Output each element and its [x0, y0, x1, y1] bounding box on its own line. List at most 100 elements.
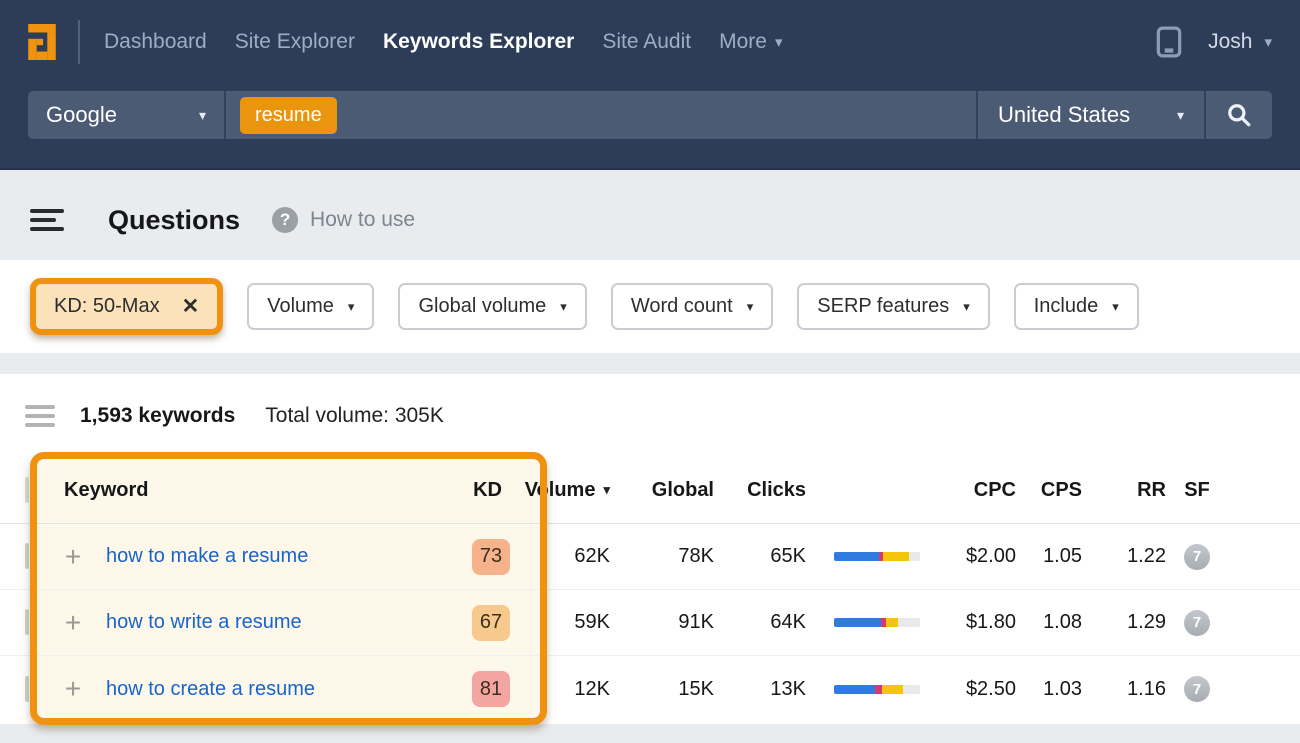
- row-checkbox[interactable]: [25, 676, 29, 702]
- rr-value: 1.29: [1082, 611, 1166, 634]
- country-value: United States: [998, 102, 1130, 128]
- cps-value: 1.08: [1016, 611, 1082, 634]
- search-button[interactable]: [1204, 91, 1272, 139]
- nav-item-site-explorer[interactable]: Site Explorer: [235, 30, 355, 54]
- search-row: Google ▾ resume United States ▾: [0, 84, 1300, 170]
- volume-value: 59K: [516, 611, 610, 634]
- add-to-list-icon[interactable]: +: [56, 543, 90, 571]
- clicks-distribution-bar: [834, 685, 920, 694]
- filter-include-button[interactable]: Include ▾: [1014, 283, 1139, 330]
- keyword-tag[interactable]: resume: [240, 97, 337, 134]
- global-volume-value: 15K: [610, 678, 714, 701]
- kd-badge: 67: [472, 605, 510, 641]
- filter-volume-label: Volume: [267, 295, 334, 318]
- keyword-link[interactable]: how to make a resume: [90, 545, 458, 568]
- rr-value: 1.16: [1082, 678, 1166, 701]
- column-header-cpc[interactable]: CPC: [934, 479, 1016, 502]
- filter-word-count-button[interactable]: Word count ▾: [611, 283, 773, 330]
- nav-item-more-label: More: [719, 30, 767, 54]
- kd-filter-chip[interactable]: KD: 50-Max ✕: [30, 278, 223, 335]
- cpc-value: $2.50: [934, 678, 1016, 701]
- nav-item-dashboard[interactable]: Dashboard: [104, 30, 207, 54]
- cps-value: 1.03: [1016, 678, 1082, 701]
- filter-serp-features-button[interactable]: SERP features ▾: [797, 283, 989, 330]
- search-icon: [1226, 102, 1252, 128]
- filter-global-volume-label: Global volume: [418, 295, 546, 318]
- section-head: Questions ? How to use: [0, 170, 1300, 242]
- global-volume-value: 91K: [610, 611, 714, 634]
- table-row: + how to write a resume 67 59K 91K 64K $…: [0, 590, 1300, 656]
- chevron-down-icon: ▾: [1112, 299, 1119, 315]
- global-volume-value: 78K: [610, 545, 714, 568]
- column-header-kd[interactable]: KD: [458, 479, 516, 502]
- keyword-link[interactable]: how to create a resume: [90, 678, 458, 701]
- top-navigation: Dashboard Site Explorer Keywords Explore…: [0, 0, 1300, 84]
- row-checkbox[interactable]: [25, 543, 29, 569]
- serp-features-badge[interactable]: 7: [1184, 544, 1210, 570]
- topnav-right: Josh ▾: [1156, 26, 1272, 58]
- keywords-table-card: 1,593 keywords Total volume: 305K Keywor…: [0, 374, 1300, 724]
- clicks-distribution-bar: [834, 618, 920, 627]
- close-icon[interactable]: ✕: [182, 294, 200, 319]
- column-header-keyword[interactable]: Keyword: [56, 479, 458, 502]
- filter-include-label: Include: [1034, 295, 1099, 318]
- filter-global-volume-button[interactable]: Global volume ▾: [398, 283, 586, 330]
- column-header-clicks[interactable]: Clicks: [714, 479, 806, 502]
- filter-serp-features-label: SERP features: [817, 295, 949, 318]
- table-menu-icon[interactable]: [25, 405, 55, 427]
- add-to-list-icon[interactable]: +: [56, 609, 90, 637]
- kd-badge: 73: [472, 539, 510, 575]
- chevron-down-icon: ▾: [348, 299, 355, 315]
- ahrefs-logo-icon: [28, 24, 56, 60]
- chevron-down-icon: ▾: [1264, 33, 1272, 51]
- filter-volume-button[interactable]: Volume ▾: [247, 283, 374, 330]
- search-engine-select[interactable]: Google ▾: [28, 91, 226, 139]
- report-menu-icon[interactable]: [30, 209, 64, 231]
- column-header-cps[interactable]: CPS: [1016, 479, 1082, 502]
- column-header-rr[interactable]: RR: [1082, 479, 1166, 502]
- main-nav: Dashboard Site Explorer Keywords Explore…: [104, 30, 782, 54]
- total-volume: Total volume: 305K: [265, 404, 444, 428]
- kd-badge: 81: [472, 671, 510, 707]
- chevron-down-icon: ▾: [199, 107, 206, 124]
- column-header-volume[interactable]: Volume ▾: [516, 479, 610, 502]
- nav-item-keywords-explorer[interactable]: Keywords Explorer: [383, 30, 574, 54]
- clicks-distribution-bar: [834, 552, 920, 561]
- search-engine-value: Google: [46, 102, 117, 128]
- nav-item-site-audit[interactable]: Site Audit: [602, 30, 691, 54]
- clicks-value: 13K: [714, 678, 806, 701]
- country-select[interactable]: United States ▾: [976, 91, 1204, 139]
- row-checkbox[interactable]: [25, 609, 29, 635]
- keywords-explorer-screen: Dashboard Site Explorer Keywords Explore…: [0, 0, 1300, 743]
- clicks-value: 65K: [714, 545, 806, 568]
- ahrefs-logo[interactable]: [28, 24, 56, 60]
- volume-value: 62K: [516, 545, 610, 568]
- column-header-sf[interactable]: SF: [1166, 479, 1228, 502]
- filter-word-count-label: Word count: [631, 295, 733, 318]
- keyword-link[interactable]: how to write a resume: [90, 611, 458, 634]
- keyword-search-bar: Google ▾ resume United States ▾: [28, 91, 1272, 139]
- serp-features-badge[interactable]: 7: [1184, 676, 1210, 702]
- chevron-down-icon: ▾: [963, 299, 970, 315]
- nav-item-more[interactable]: More ▾: [719, 30, 782, 54]
- keyword-query-input[interactable]: resume: [226, 91, 976, 139]
- column-header-volume-label: Volume: [525, 479, 596, 502]
- device-icon[interactable]: [1156, 26, 1182, 58]
- column-header-global[interactable]: Global: [610, 479, 714, 502]
- filter-bar: KD: 50-Max ✕ Volume ▾ Global volume ▾ Wo…: [0, 260, 1300, 353]
- keyword-count: 1,593 keywords: [80, 404, 235, 428]
- table-header-row: Keyword KD Volume ▾ Global Clicks CPC CP…: [0, 457, 1300, 524]
- select-all-checkbox[interactable]: [25, 477, 29, 503]
- add-to-list-icon[interactable]: +: [56, 675, 90, 703]
- clicks-value: 64K: [714, 611, 806, 634]
- how-to-use-link[interactable]: ? How to use: [272, 207, 415, 233]
- user-menu[interactable]: Josh ▾: [1208, 30, 1272, 54]
- how-to-use-label: How to use: [310, 208, 415, 232]
- table-row: + how to make a resume 73 62K 78K 65K $2…: [0, 524, 1300, 590]
- chevron-down-icon: ▾: [560, 299, 567, 315]
- serp-features-badge[interactable]: 7: [1184, 610, 1210, 636]
- page-title: Questions: [108, 205, 240, 236]
- table-row: + how to create a resume 81 12K 15K 13K …: [0, 656, 1300, 722]
- volume-value: 12K: [516, 678, 610, 701]
- cpc-value: $1.80: [934, 611, 1016, 634]
